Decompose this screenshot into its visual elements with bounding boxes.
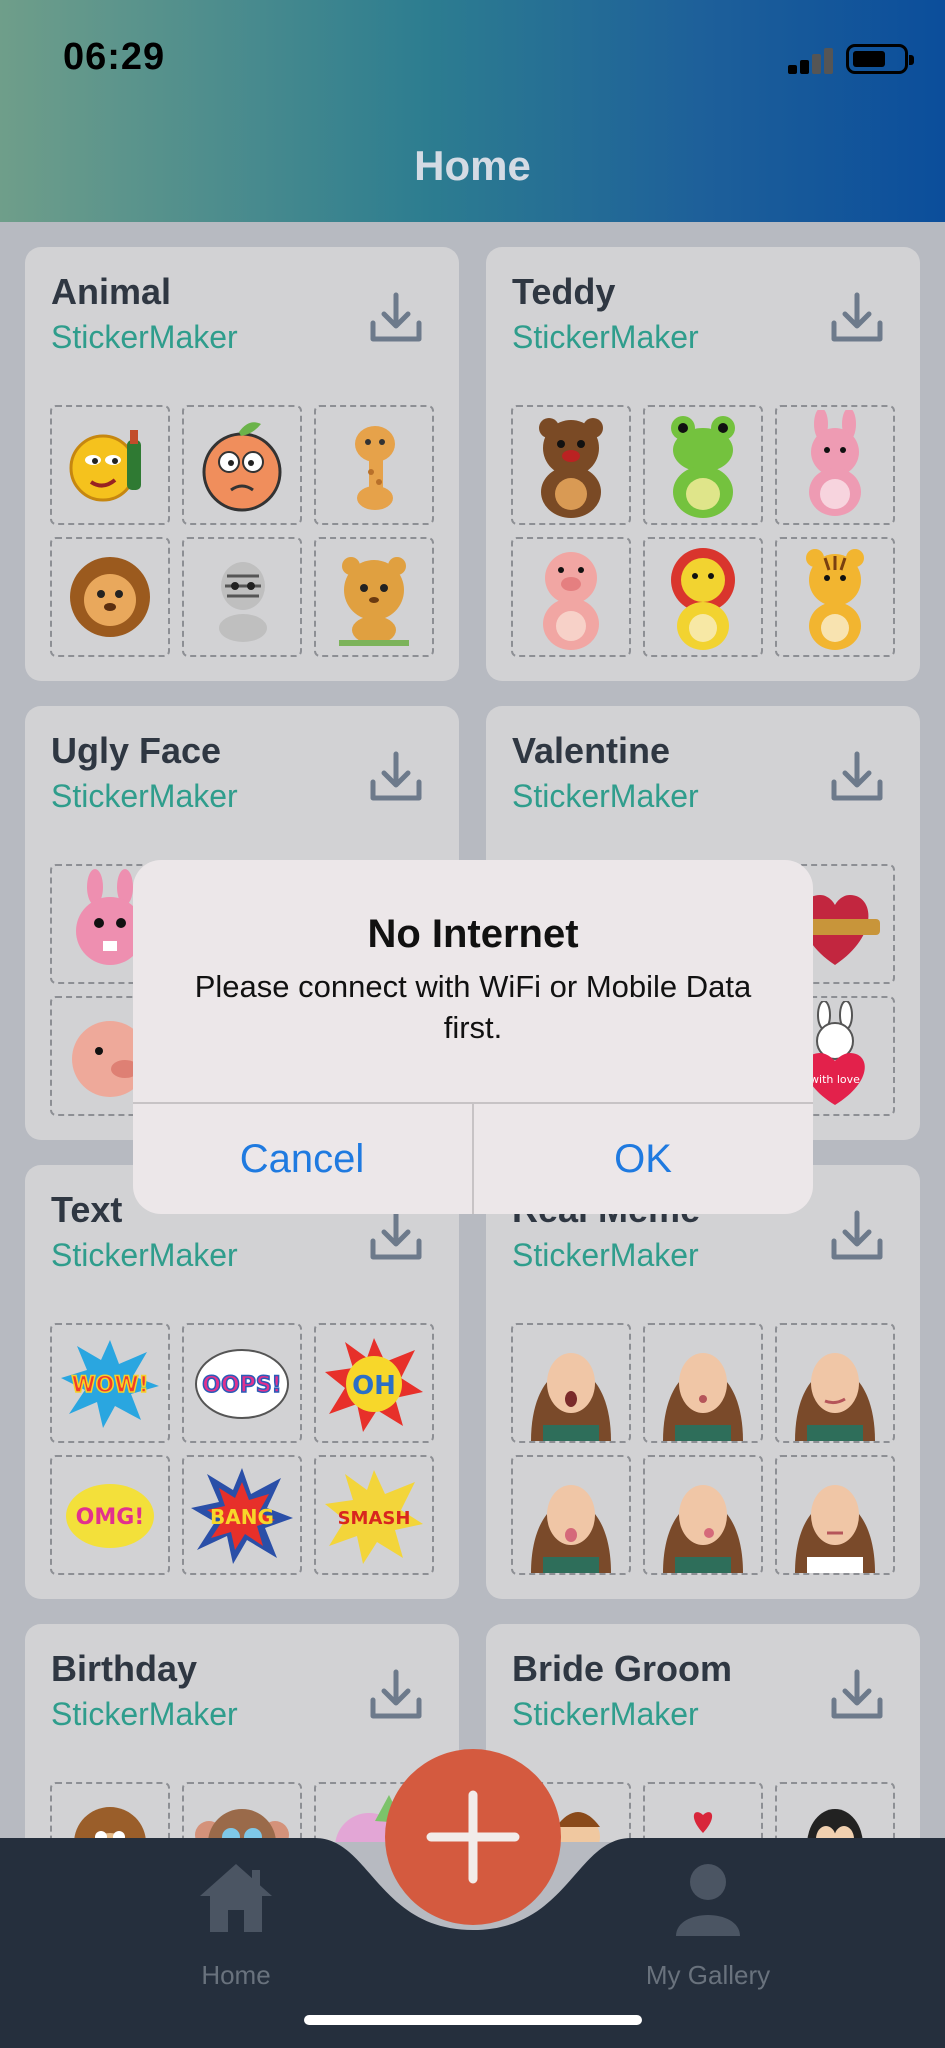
sticker-grid: WOW! OOPS! OH OMG! BANG SMASH bbox=[50, 1323, 435, 1575]
pack-title: Bride Groom bbox=[512, 1648, 733, 1689]
sticker-drunk-emoji[interactable] bbox=[50, 405, 170, 525]
download-icon[interactable] bbox=[367, 1207, 425, 1265]
download-icon[interactable] bbox=[828, 289, 886, 347]
pack-publisher: StickerMaker bbox=[51, 778, 238, 814]
sticker-grid bbox=[50, 1782, 435, 1842]
sticker-text: SMASH bbox=[338, 1508, 411, 1529]
dialog-message: Please connect with WiFi or Mobile Data … bbox=[194, 969, 752, 1045]
status-time: 06:29 bbox=[63, 36, 166, 78]
sticker-monkey-party[interactable] bbox=[50, 1782, 170, 1842]
pack-title: Teddy bbox=[512, 271, 616, 312]
sticker-wow[interactable]: WOW! bbox=[50, 1323, 170, 1443]
pack-card-text[interactable]: Text StickerMaker WOW! OOPS! OH OMG! BAN… bbox=[25, 1165, 459, 1599]
sticker-wedding-scene[interactable] bbox=[643, 1782, 763, 1842]
app-header: 06:29 Home bbox=[0, 0, 945, 222]
sticker-lion[interactable] bbox=[50, 537, 170, 657]
sticker-text: OOPS! bbox=[202, 1373, 281, 1398]
pack-publisher: StickerMaker bbox=[51, 319, 238, 355]
sticker-face-kiss[interactable] bbox=[643, 1323, 763, 1443]
pack-title: Valentine bbox=[512, 730, 671, 771]
sticker-angry-peach[interactable] bbox=[182, 405, 302, 525]
sticker-grid bbox=[511, 1782, 896, 1842]
pack-publisher: StickerMaker bbox=[51, 1696, 238, 1732]
dialog-title: No Internet bbox=[367, 912, 579, 956]
pack-title: Ugly Face bbox=[51, 730, 222, 771]
sticker-oops[interactable]: OOPS! bbox=[182, 1323, 302, 1443]
home-indicator bbox=[304, 2015, 642, 2025]
sticker-grid bbox=[511, 405, 896, 657]
sticker-brown-bear[interactable] bbox=[511, 405, 631, 525]
ok-button[interactable]: OK bbox=[474, 1104, 812, 1214]
sticker-monkey-party-2[interactable] bbox=[182, 1782, 302, 1842]
cancel-button[interactable]: Cancel bbox=[133, 1104, 471, 1214]
sticker-face-tongue[interactable] bbox=[511, 1455, 631, 1575]
page-title: Home bbox=[414, 142, 531, 189]
sticker-zebra[interactable] bbox=[182, 537, 302, 657]
sticker-tiger-teddy[interactable] bbox=[775, 537, 895, 657]
sticker-pink-pig[interactable] bbox=[511, 537, 631, 657]
pack-card-animal[interactable]: Animal StickerMaker bbox=[25, 247, 459, 681]
pack-card-teddy[interactable]: Teddy StickerMaker bbox=[486, 247, 920, 681]
user-profile-icon bbox=[676, 1864, 740, 1936]
download-icon[interactable] bbox=[828, 748, 886, 806]
sticker-green-frog[interactable] bbox=[643, 405, 763, 525]
sticker-lion-teddy[interactable] bbox=[643, 537, 763, 657]
download-icon[interactable] bbox=[367, 748, 425, 806]
sticker-omg[interactable]: OMG! bbox=[50, 1455, 170, 1575]
no-internet-dialog: No Internet Please connect with WiFi or … bbox=[133, 860, 813, 1214]
pack-card-real-meme[interactable]: Real Meme StickerMaker bbox=[486, 1165, 920, 1599]
download-icon[interactable] bbox=[828, 1207, 886, 1265]
sticker-face-tongue-side[interactable] bbox=[643, 1455, 763, 1575]
download-icon[interactable] bbox=[367, 1666, 425, 1724]
pack-publisher: StickerMaker bbox=[51, 1237, 238, 1273]
download-icon[interactable] bbox=[367, 289, 425, 347]
pack-title: Text bbox=[51, 1189, 123, 1230]
sticker-bang[interactable]: BANG bbox=[182, 1455, 302, 1575]
tab-my-gallery-label: My Gallery bbox=[645, 1960, 771, 1990]
home-icon bbox=[200, 1864, 272, 1932]
sticker-text: OMG! bbox=[76, 1505, 145, 1530]
sticker-face-skeptic[interactable] bbox=[775, 1455, 895, 1575]
battery-icon bbox=[846, 44, 914, 74]
with-love-text: with love bbox=[810, 1073, 860, 1086]
pack-publisher: StickerMaker bbox=[512, 778, 699, 814]
sticker-text: WOW! bbox=[71, 1373, 148, 1398]
sticker-couple-portrait[interactable] bbox=[775, 1782, 895, 1842]
pack-title: Birthday bbox=[51, 1648, 198, 1689]
pack-publisher: StickerMaker bbox=[512, 319, 699, 355]
cellular-signal-icon bbox=[788, 48, 834, 74]
sticker-smash[interactable]: SMASH bbox=[314, 1455, 434, 1575]
download-icon[interactable] bbox=[828, 1666, 886, 1724]
tab-home-label: Home bbox=[201, 1960, 271, 1990]
sticker-text: OH bbox=[352, 1371, 396, 1401]
plus-icon bbox=[426, 1790, 520, 1884]
sticker-tiger-cub[interactable] bbox=[314, 537, 434, 657]
sticker-grid bbox=[50, 405, 435, 657]
tab-my-gallery[interactable]: My Gallery bbox=[588, 1858, 828, 2008]
pack-publisher: StickerMaker bbox=[512, 1237, 699, 1273]
sticker-pink-bunny[interactable] bbox=[775, 405, 895, 525]
tab-home[interactable]: Home bbox=[116, 1858, 356, 2008]
sticker-text: BANG bbox=[210, 1505, 274, 1529]
pack-title: Animal bbox=[51, 271, 172, 312]
sticker-face-surprised[interactable] bbox=[511, 1323, 631, 1443]
add-sticker-button[interactable] bbox=[385, 1749, 561, 1925]
sticker-oh[interactable]: OH bbox=[314, 1323, 434, 1443]
sticker-face-wink[interactable] bbox=[775, 1323, 895, 1443]
pack-publisher: StickerMaker bbox=[512, 1696, 699, 1732]
sticker-grid bbox=[511, 1323, 896, 1575]
sticker-giraffe[interactable] bbox=[314, 405, 434, 525]
